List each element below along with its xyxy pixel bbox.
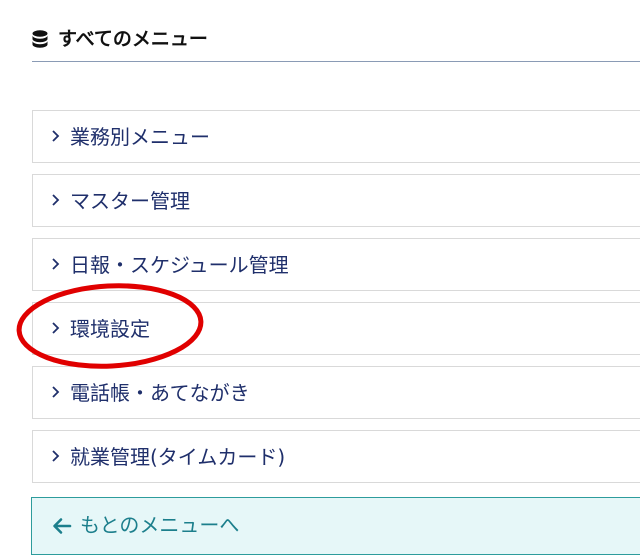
menu-list: 業務別メニュー マスター管理 日報・スケジュール管理 環境設定 電話帳・あてなが… [32,110,640,494]
menu-item-gyomubetsu[interactable]: 業務別メニュー [32,110,640,163]
arrow-left-icon [53,518,72,534]
menu-item-label: マスター管理 [70,189,190,213]
menu-item-label: 電話帳・あてながき [70,381,250,405]
page: すべてのメニュー 業務別メニュー マスター管理 日報・スケジュール管理 環境設定 [0,0,640,560]
menu-item-label: 業務別メニュー [70,125,210,149]
chevron-right-icon [52,450,60,462]
page-title: すべてのメニュー [58,28,208,50]
back-to-menu-button[interactable]: もとのメニューへ [31,497,640,555]
page-header: すべてのメニュー [32,0,640,62]
chevron-right-icon [52,130,60,142]
menu-item-label: 日報・スケジュール管理 [70,253,289,277]
menu-item-kankyo-settei[interactable]: 環境設定 [32,302,640,355]
menu-item-shugyo-kanri[interactable]: 就業管理(タイムカード) [32,430,640,483]
database-icon [32,30,48,48]
back-button-label: もとのメニューへ [80,513,240,537]
chevron-right-icon [52,258,60,270]
chevron-right-icon [52,322,60,334]
menu-item-master[interactable]: マスター管理 [32,174,640,227]
chevron-right-icon [52,386,60,398]
menu-item-label: 就業管理(タイムカード) [70,445,286,469]
menu-item-denwacho[interactable]: 電話帳・あてながき [32,366,640,419]
chevron-right-icon [52,194,60,206]
menu-item-nippo-schedule[interactable]: 日報・スケジュール管理 [32,238,640,291]
menu-item-label: 環境設定 [70,317,150,341]
